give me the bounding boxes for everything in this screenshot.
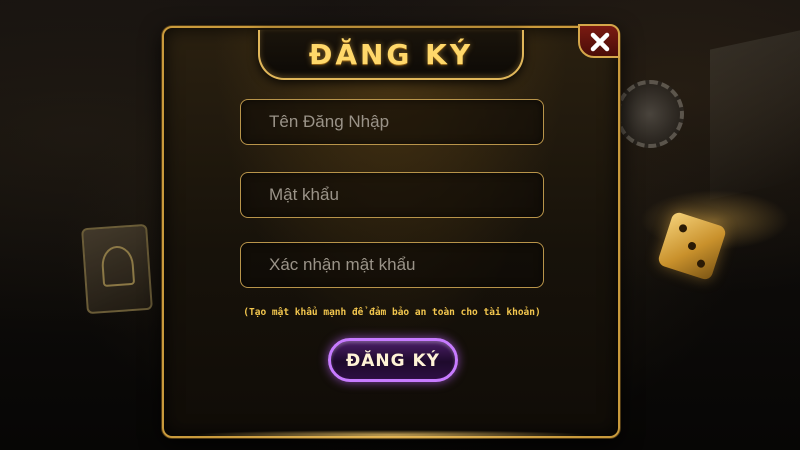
password-input[interactable] [241,173,543,217]
panel-glow [190,430,590,440]
close-icon [590,32,610,52]
username-input[interactable] [241,100,543,144]
username-field[interactable] [240,99,544,145]
register-button-label: ĐĂNG KÝ [346,351,440,371]
confirm-password-field[interactable] [240,242,544,288]
dialog-title: ĐĂNG KÝ [308,38,474,71]
background-shadow-shape [710,30,800,200]
password-field[interactable] [240,172,544,218]
playing-card-icon [81,223,153,315]
password-hint: (Tạo mật khẩu mạnh để đảm bảo an toàn ch… [243,307,541,318]
register-button[interactable]: ĐĂNG KÝ [328,338,458,382]
title-plate: ĐĂNG KÝ [258,30,524,80]
casino-chip-icon [616,80,684,148]
confirm-password-input[interactable] [241,243,543,287]
close-button[interactable] [578,24,620,58]
background-scene: ĐĂNG KÝ (Tạo mật khẩu mạnh để đảm bảo an… [0,0,800,450]
